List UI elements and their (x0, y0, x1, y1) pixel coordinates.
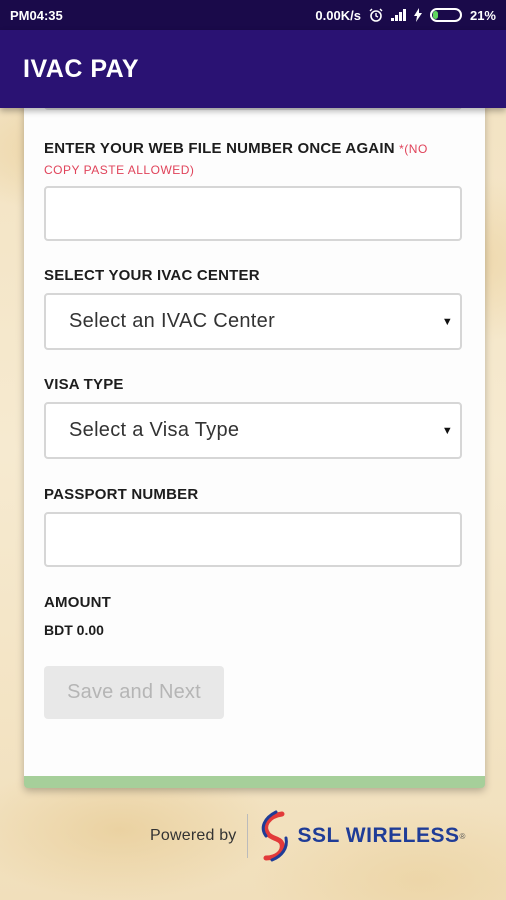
alarm-icon (369, 8, 383, 22)
status-indicators: 0.00K/s 21% (315, 8, 496, 23)
footer-divider (246, 814, 248, 858)
powered-by-label: Powered by (150, 827, 237, 844)
footer: Powered by SSL WIRELESS ® (150, 808, 465, 864)
ssl-logo-icon (261, 810, 288, 862)
visa-type-select[interactable]: Select a Visa Type ▼ (44, 402, 462, 459)
save-and-next-button[interactable]: Save and Next (44, 666, 224, 719)
ssl-wireless-brand: SSL WIRELESS (297, 824, 460, 847)
webfile-confirm-label-text: ENTER YOUR WEB FILE NUMBER ONCE AGAIN (44, 140, 395, 157)
app-bar: IVAC PAY (0, 30, 506, 108)
network-speed: 0.00K/s (315, 7, 361, 23)
battery-percent: 21% (469, 7, 496, 23)
form-card: ENTER YOUR WEB FILE NUMBER ONCE AGAIN *(… (24, 100, 485, 788)
webfile-note-start: *(NO (399, 142, 428, 156)
amount-label: AMOUNT (44, 594, 112, 611)
ivac-center-select[interactable]: Select an IVAC Center ▼ (44, 293, 462, 350)
battery-icon (429, 8, 462, 22)
visa-type-selected: Select a Visa Type (69, 419, 240, 441)
webfile-confirm-label: ENTER YOUR WEB FILE NUMBER ONCE AGAIN *(… (44, 140, 428, 157)
dropdown-caret-icon: ▼ (441, 424, 453, 437)
status-time: PM04:35 (10, 7, 63, 23)
amount-value: BDT 0.00 (44, 622, 104, 638)
registered-mark: ® (459, 831, 466, 841)
dropdown-caret-icon: ▼ (441, 315, 453, 328)
app-title: IVAC PAY (23, 54, 140, 83)
ivac-center-label: SELECT YOUR IVAC CENTER (44, 267, 260, 284)
charging-icon (413, 8, 422, 22)
passport-label: PASSPORT NUMBER (44, 486, 199, 503)
webfile-confirm-input[interactable] (44, 186, 462, 241)
status-bar: PM04:35 0.00K/s 21% (0, 0, 506, 30)
passport-input[interactable] (44, 512, 462, 567)
signal-icon (390, 9, 406, 21)
ivac-center-selected: Select an IVAC Center (69, 310, 276, 332)
webfile-note-end: COPY PASTE ALLOWED) (44, 163, 195, 177)
visa-type-label: VISA TYPE (44, 376, 124, 393)
